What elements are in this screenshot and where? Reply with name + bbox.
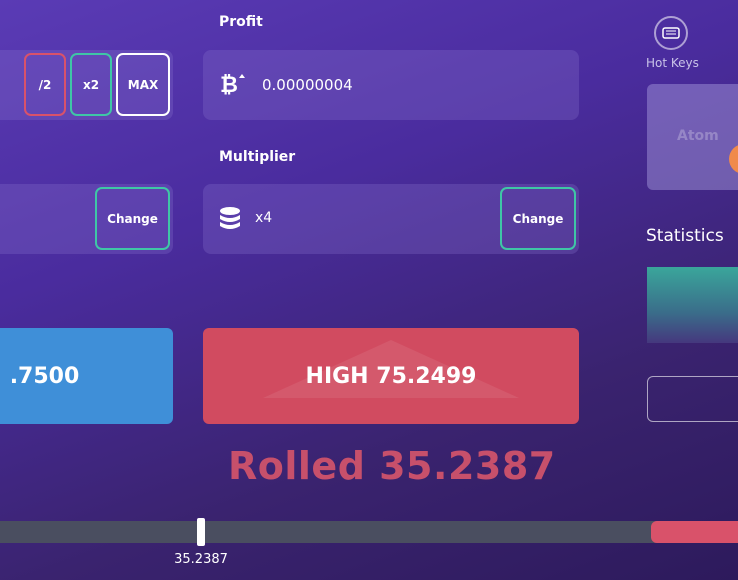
double-bet-button[interactable]: x2	[70, 53, 112, 116]
coins-icon	[219, 206, 241, 232]
orange-toggle[interactable]	[729, 144, 738, 174]
bitcoin-icon: ₿	[220, 70, 248, 98]
profit-value: 0.00000004	[262, 76, 353, 94]
low-bet-label: .7500	[9, 363, 80, 389]
roll-track	[0, 521, 738, 543]
hot-keys-label: Hot Keys	[646, 56, 699, 70]
roll-marker	[197, 518, 206, 546]
rolled-result-text: Rolled 35.2387	[228, 444, 556, 488]
change-button-right[interactable]: Change	[500, 187, 576, 250]
multiplier-value: x4	[255, 210, 273, 226]
max-bet-button[interactable]: MAX	[116, 53, 170, 116]
overlay-word: Atom	[677, 128, 719, 144]
profit-field	[203, 50, 579, 120]
svg-text:₿: ₿	[220, 73, 238, 98]
multiplier-label: Multiplier	[219, 149, 296, 165]
high-zone	[651, 521, 738, 543]
change-button-left[interactable]: Change	[95, 187, 170, 250]
roll-marker-value: 35.2387	[174, 552, 228, 567]
half-bet-button[interactable]: /2	[24, 53, 66, 116]
profit-label: Profit	[219, 14, 263, 30]
low-bet-button[interactable]: .7500	[0, 328, 173, 424]
high-bet-label: HIGH 75.2499	[305, 363, 477, 389]
high-bet-button[interactable]: HIGH 75.2499	[203, 328, 579, 424]
statistics-label: Statistics	[646, 226, 724, 246]
keyboard-icon[interactable]	[654, 16, 688, 50]
statistics-button[interactable]	[647, 376, 738, 422]
statistics-chart-panel	[647, 267, 738, 343]
hot-keys-card: Atom	[647, 84, 738, 190]
